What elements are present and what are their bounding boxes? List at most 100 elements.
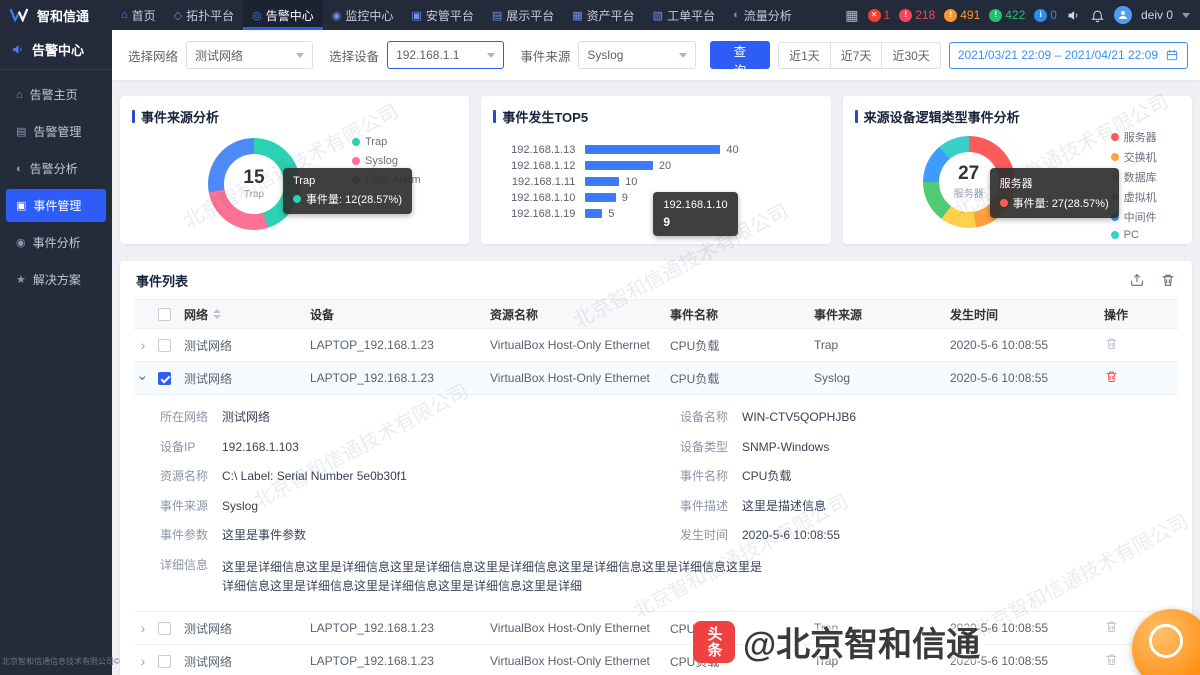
range-30day-button[interactable]: 近30天 bbox=[881, 42, 940, 69]
bar-track: 20 bbox=[585, 161, 720, 170]
network-select[interactable]: 测试网络 bbox=[186, 41, 313, 69]
range-1day-button[interactable]: 近1天 bbox=[778, 42, 831, 69]
tooltip-value: 事件量: 27(28.57%) bbox=[1013, 195, 1109, 211]
badge-count: 422 bbox=[1005, 8, 1025, 22]
badge-count: 491 bbox=[960, 8, 980, 22]
legend-item-pc[interactable]: PC bbox=[1111, 229, 1157, 241]
user-name[interactable]: deiv 0 bbox=[1141, 8, 1173, 22]
alarm-badge-critical[interactable]: !218 bbox=[899, 8, 935, 22]
nav-item-monitor-center[interactable]: ◉监控中心 bbox=[323, 0, 403, 30]
nav-item-security[interactable]: ▣安管平台 bbox=[402, 0, 482, 30]
field-label: 事件名称 bbox=[680, 469, 742, 485]
speaker-icon[interactable] bbox=[1066, 8, 1081, 23]
legend-label: 服务器 bbox=[1124, 129, 1157, 145]
alarm-badge-minor[interactable]: !422 bbox=[989, 8, 1025, 22]
row-event: CPU负载 bbox=[670, 620, 814, 637]
device-select[interactable]: 192.168.1.1 bbox=[387, 41, 504, 69]
delete-selected-button[interactable] bbox=[1160, 272, 1176, 288]
alarm-badge-info[interactable]: i0 bbox=[1034, 8, 1057, 22]
chevron-down-icon bbox=[296, 53, 304, 58]
sidebar-item-event-manage[interactable]: ▣事件管理 bbox=[6, 189, 106, 222]
chevron-down-icon[interactable] bbox=[1182, 13, 1190, 18]
legend-label: 虚拟机 bbox=[1124, 189, 1157, 205]
bar[interactable]: 40 bbox=[585, 145, 720, 154]
query-button[interactable]: 查询 bbox=[710, 41, 770, 69]
field-value: 测试网络 bbox=[222, 410, 270, 426]
expand-chevron[interactable]: › bbox=[141, 654, 146, 668]
table-row-selected[interactable]: › 测试网络 LAPTOP_192.168.1.23 VirtualBox Ho… bbox=[134, 362, 1178, 395]
badge-dot: ! bbox=[944, 9, 957, 22]
nav-item-assets[interactable]: ▦资产平台 bbox=[563, 0, 643, 30]
sort-desc-icon[interactable] bbox=[213, 315, 221, 319]
card-event-source: 事件来源分析 15 Trap Trap Syslog Filter Alarm … bbox=[120, 96, 469, 244]
date-range-picker[interactable]: 2021/03/21 22:09 – 2021/04/21 22:09 bbox=[949, 42, 1188, 69]
row-checkbox[interactable] bbox=[158, 622, 171, 635]
bell-icon[interactable] bbox=[1090, 8, 1105, 23]
nav-item-display[interactable]: ▤展示平台 bbox=[483, 0, 563, 30]
legend-label: 中间件 bbox=[1124, 209, 1157, 225]
delete-row-button[interactable] bbox=[1104, 619, 1119, 634]
nav-item-home[interactable]: ⌂首页 bbox=[112, 0, 165, 30]
device-label: 选择设备 bbox=[329, 46, 379, 65]
legend-label: Syslog bbox=[365, 155, 398, 167]
header-network[interactable]: 网络 bbox=[184, 306, 310, 323]
sidebar-item-alarm-home[interactable]: ⌂告警主页 bbox=[6, 78, 106, 111]
legend-item-syslog[interactable]: Syslog bbox=[352, 155, 421, 167]
table-row[interactable]: › 测试网络 LAPTOP_192.168.1.23 VirtualBox Ho… bbox=[134, 645, 1178, 675]
sidebar-item-alarm-analysis[interactable]: ◐告警分析 bbox=[6, 152, 106, 185]
table-row[interactable]: › 测试网络 LAPTOP_192.168.1.23 VirtualBox Ho… bbox=[134, 329, 1178, 362]
table-header-row: 网络 设备 资源名称 事件名称 事件来源 发生时间 操作 bbox=[134, 299, 1178, 329]
apps-grid-icon[interactable]: ▦ bbox=[845, 7, 858, 24]
bar[interactable]: 9 bbox=[585, 193, 615, 202]
chevron-down-icon bbox=[487, 53, 495, 58]
event-icon: ▣ bbox=[16, 199, 26, 212]
filter-bar: 选择网络 测试网络 选择设备 192.168.1.1 事件来源 Syslog 查… bbox=[112, 30, 1200, 80]
table-row[interactable]: › 测试网络 LAPTOP_192.168.1.23 VirtualBox Ho… bbox=[134, 612, 1178, 645]
row-checkbox-checked[interactable] bbox=[158, 372, 171, 385]
bar-value: 9 bbox=[622, 192, 628, 204]
sidebar-item-alarm-manage[interactable]: ▤告警管理 bbox=[6, 115, 106, 148]
row-checkbox[interactable] bbox=[158, 655, 171, 668]
field-value: Syslog bbox=[222, 499, 258, 515]
nav-item-traffic[interactable]: ◐流量分析 bbox=[724, 0, 801, 30]
row-source: Syslog bbox=[814, 371, 950, 385]
header-device: 设备 bbox=[310, 306, 490, 323]
legend-item-trap[interactable]: Trap bbox=[352, 136, 421, 148]
alarm-badge-cleared[interactable]: ✕1 bbox=[868, 8, 891, 22]
row-source: Trap bbox=[814, 654, 950, 668]
row-time: 2020-5-6 10:08:55 bbox=[950, 654, 1090, 668]
expand-chevron[interactable]: › bbox=[141, 621, 146, 635]
legend-item-switch[interactable]: 交换机 bbox=[1111, 149, 1157, 165]
logo[interactable]: 智和信通 bbox=[0, 6, 112, 25]
nav-item-topology[interactable]: ◇拓扑平台 bbox=[165, 0, 243, 30]
sort-asc-icon[interactable] bbox=[213, 309, 221, 313]
range-7day-button[interactable]: 近7天 bbox=[830, 42, 883, 69]
sidebar-item-solutions[interactable]: ★解决方案 bbox=[6, 263, 106, 296]
legend-dot bbox=[1111, 231, 1119, 239]
export-button[interactable] bbox=[1129, 272, 1145, 288]
legend-item-server[interactable]: 服务器 bbox=[1111, 129, 1157, 145]
nav-item-alarm-center[interactable]: ◎告警中心 bbox=[243, 0, 323, 30]
chevron-down-icon bbox=[679, 53, 687, 58]
delete-row-button[interactable] bbox=[1104, 652, 1119, 667]
delete-row-button[interactable] bbox=[1104, 336, 1119, 351]
bar[interactable]: 10 bbox=[585, 177, 619, 186]
sidebar-item-event-analysis[interactable]: ◉事件分析 bbox=[6, 226, 106, 259]
source-select[interactable]: Syslog bbox=[578, 41, 695, 69]
bar[interactable]: 20 bbox=[585, 161, 653, 170]
legend-label: 数据库 bbox=[1124, 169, 1157, 185]
detail-field: 事件来源Syslog bbox=[160, 499, 680, 515]
avatar[interactable] bbox=[1114, 6, 1132, 24]
collapse-chevron[interactable]: › bbox=[136, 375, 150, 380]
select-all-checkbox[interactable] bbox=[158, 308, 171, 321]
sort-icons[interactable] bbox=[213, 309, 221, 319]
row-event: CPU负载 bbox=[670, 370, 814, 387]
expand-chevron[interactable]: › bbox=[141, 338, 146, 352]
bar[interactable]: 5 bbox=[585, 209, 602, 218]
row-network: 测试网络 bbox=[184, 337, 310, 354]
sidebar-title-text: 告警中心 bbox=[32, 40, 84, 59]
delete-row-button[interactable] bbox=[1104, 369, 1119, 384]
alarm-badge-major[interactable]: !491 bbox=[944, 8, 980, 22]
row-checkbox[interactable] bbox=[158, 339, 171, 352]
nav-item-workorder[interactable]: ▧工单平台 bbox=[644, 0, 724, 30]
